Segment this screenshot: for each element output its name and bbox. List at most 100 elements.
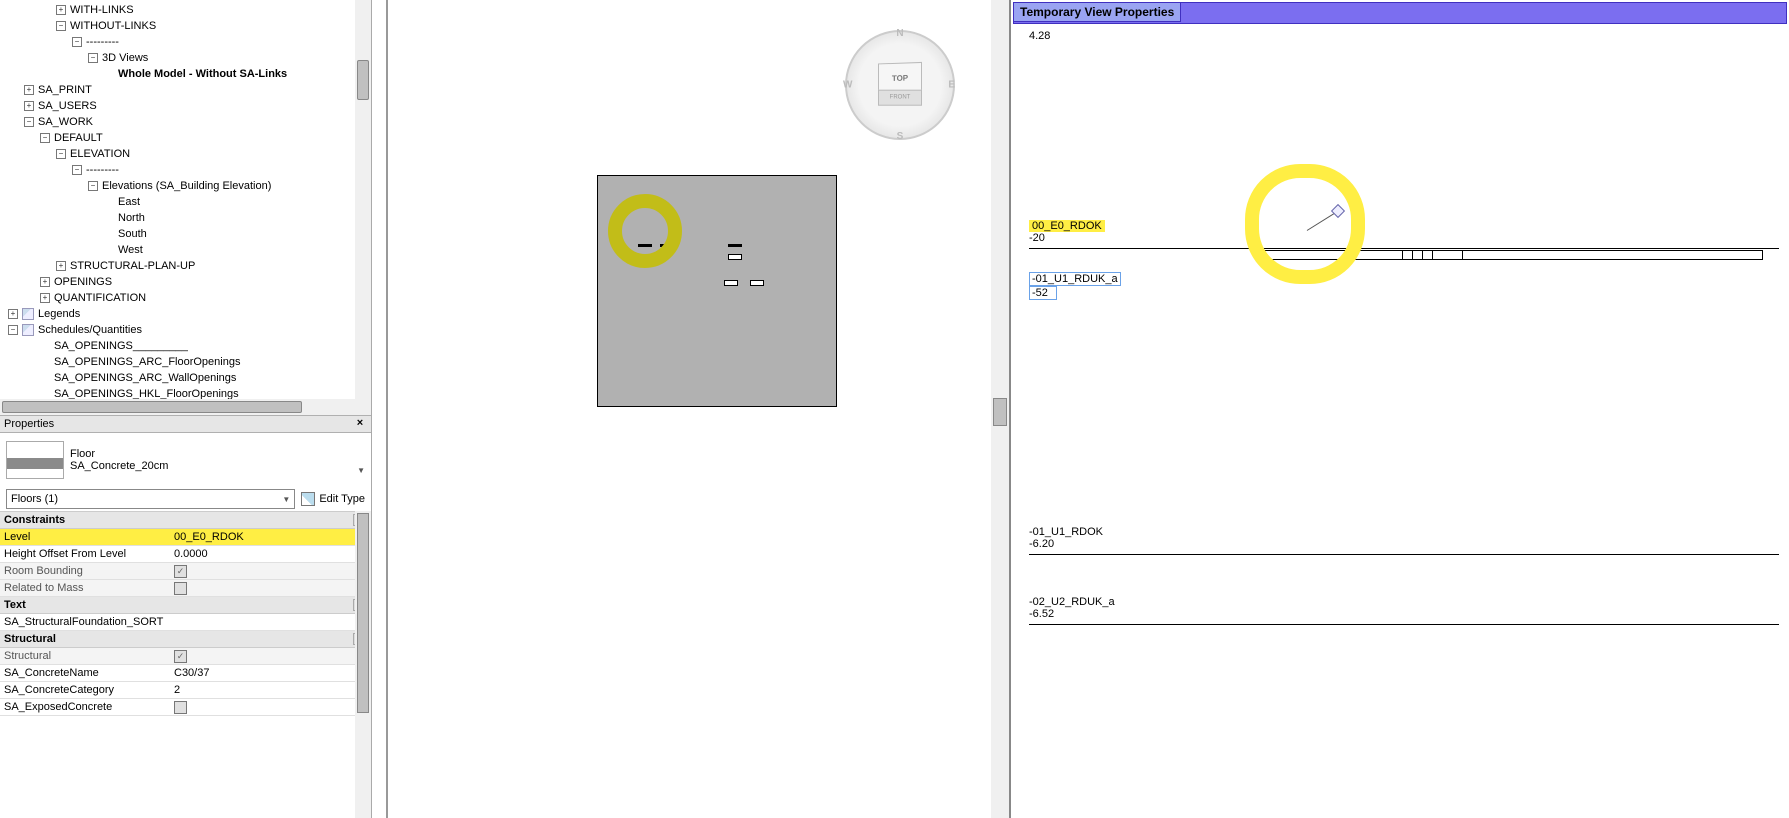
tree-item[interactable]: South bbox=[118, 226, 147, 242]
checkbox-checked-icon[interactable]: ✓ bbox=[174, 650, 187, 663]
annotation-circle bbox=[1245, 164, 1365, 284]
expand-icon[interactable]: + bbox=[56, 261, 66, 271]
tree-item[interactable]: Elevations (SA_Building Elevation) bbox=[102, 178, 271, 194]
group-text[interactable]: Text⌃ bbox=[0, 597, 371, 614]
edit-type-icon bbox=[301, 492, 315, 506]
checkbox-checked-icon[interactable]: ✓ bbox=[174, 565, 187, 578]
expand-icon[interactable]: + bbox=[56, 5, 66, 15]
tree-item[interactable]: Schedules/Quantities bbox=[38, 322, 142, 338]
tree-scrollbar-vertical[interactable] bbox=[355, 0, 371, 399]
group-constraints[interactable]: Constraints⌃ bbox=[0, 512, 371, 529]
schedules-icon bbox=[22, 324, 34, 336]
chevron-down-icon[interactable]: ▼ bbox=[357, 466, 365, 479]
tree-item[interactable]: QUANTIFICATION bbox=[54, 290, 146, 306]
type-selector[interactable]: Floor SA_Concrete_20cm ▼ bbox=[0, 433, 371, 487]
close-icon[interactable]: × bbox=[353, 417, 367, 429]
section-viewport[interactable]: Temporary View Properties 4.28 00_E0_RDO… bbox=[1009, 0, 1789, 818]
collapse-icon[interactable]: − bbox=[8, 325, 18, 335]
collapse-icon[interactable]: − bbox=[40, 133, 50, 143]
group-structural[interactable]: Structural⌃ bbox=[0, 631, 371, 648]
cube-front-face[interactable]: FRONT bbox=[878, 90, 922, 106]
properties-header: Properties × bbox=[0, 415, 371, 433]
tree-item[interactable]: Legends bbox=[38, 306, 80, 322]
properties-scrollbar[interactable] bbox=[355, 511, 371, 818]
tree-item[interactable]: SA_OPENINGS_________ bbox=[54, 338, 188, 354]
tree-item[interactable]: 3D Views bbox=[102, 50, 148, 66]
annotation-circle bbox=[608, 194, 682, 268]
tree-item-active[interactable]: Whole Model - Without SA-Links bbox=[118, 66, 287, 82]
level-line[interactable] bbox=[1029, 624, 1779, 625]
temporary-view-banner: Temporary View Properties bbox=[1013, 2, 1787, 24]
tree-item[interactable]: OPENINGS bbox=[54, 274, 112, 290]
model-viewport-3d[interactable]: N E S W TOP FRONT bbox=[372, 0, 1009, 818]
expand-icon[interactable]: + bbox=[40, 293, 50, 303]
edit-type-label: Edit Type bbox=[319, 493, 365, 505]
tree-item[interactable]: SA_OPENINGS_ARC_FloorOpenings bbox=[54, 354, 240, 370]
prop-row-concrete-category[interactable]: SA_ConcreteCategory2 bbox=[0, 682, 371, 699]
expand-icon[interactable]: + bbox=[8, 309, 18, 319]
properties-title: Properties bbox=[4, 418, 54, 430]
collapse-icon[interactable]: − bbox=[56, 21, 66, 31]
collapse-icon[interactable]: − bbox=[88, 53, 98, 63]
filter-dropdown[interactable]: Floors (1) ▼ bbox=[6, 489, 295, 509]
tree-scrollbar-horizontal[interactable] bbox=[0, 399, 371, 415]
left-panel: +WITH-LINKS −WITHOUT-LINKS −--------- −3… bbox=[0, 0, 372, 818]
collapse-icon[interactable]: − bbox=[56, 149, 66, 159]
collapse-icon[interactable]: − bbox=[24, 117, 34, 127]
checkbox-icon[interactable] bbox=[174, 701, 187, 714]
level-name[interactable]: -02_U2_RDUK_a bbox=[1029, 596, 1115, 608]
level-name[interactable]: -01_U1_RDUK_a bbox=[1029, 272, 1121, 286]
level-value[interactable]: -52 bbox=[1029, 286, 1057, 300]
level-name[interactable]: -01_U1_RDOK bbox=[1029, 526, 1103, 538]
tree-item[interactable]: WITHOUT-LINKS bbox=[70, 18, 156, 34]
tree-item[interactable]: ELEVATION bbox=[70, 146, 130, 162]
prop-row-height-offset[interactable]: Height Offset From Level0.0000 bbox=[0, 546, 371, 563]
prop-row-structural[interactable]: Structural✓ bbox=[0, 648, 371, 665]
expand-icon[interactable]: + bbox=[24, 85, 34, 95]
tree-item[interactable]: SA_WORK bbox=[38, 114, 93, 130]
prop-row-structural-foundation-sort[interactable]: SA_StructuralFoundation_SORT bbox=[0, 614, 371, 631]
collapse-icon[interactable]: − bbox=[88, 181, 98, 191]
tree-item[interactable]: SA_PRINT bbox=[38, 82, 92, 98]
tree-item[interactable]: --------- bbox=[86, 34, 119, 50]
chevron-down-icon: ▼ bbox=[282, 495, 290, 504]
level-name[interactable]: 00_E0_RDOK bbox=[1029, 220, 1105, 232]
tree-item[interactable]: East bbox=[118, 194, 140, 210]
legends-icon bbox=[22, 308, 34, 320]
filter-label: Floors (1) bbox=[11, 493, 58, 505]
level-value: -6.52 bbox=[1029, 608, 1115, 620]
level-line[interactable] bbox=[1029, 554, 1779, 555]
prop-row-exposed-concrete[interactable]: SA_ExposedConcrete bbox=[0, 699, 371, 716]
collapse-icon[interactable]: − bbox=[72, 165, 82, 175]
type-thumbnail bbox=[6, 441, 64, 479]
expand-icon[interactable]: + bbox=[40, 277, 50, 287]
tree-item[interactable]: WITH-LINKS bbox=[70, 2, 134, 18]
expand-icon[interactable]: + bbox=[24, 101, 34, 111]
level-value: 4.28 bbox=[1029, 30, 1050, 42]
temporary-view-label: Temporary View Properties bbox=[1014, 3, 1181, 22]
collapse-icon[interactable]: − bbox=[72, 37, 82, 47]
tree-item[interactable]: STRUCTURAL-PLAN-UP bbox=[70, 258, 195, 274]
checkbox-icon[interactable] bbox=[174, 582, 187, 595]
type-name: SA_Concrete_20cm bbox=[70, 460, 357, 472]
tree-item[interactable]: West bbox=[118, 242, 143, 258]
prop-row-level[interactable]: Level00_E0_RDOK bbox=[0, 529, 371, 546]
level-value: -6.20 bbox=[1029, 538, 1103, 550]
prop-row-concrete-name[interactable]: SA_ConcreteNameC30/37 bbox=[0, 665, 371, 682]
level-value: -20 bbox=[1029, 232, 1105, 244]
tree-item[interactable]: SA_OPENINGS_ARC_WallOpenings bbox=[54, 370, 236, 386]
prop-row-related-to-mass[interactable]: Related to Mass bbox=[0, 580, 371, 597]
tree-item[interactable]: North bbox=[118, 210, 145, 226]
viewport-scrollbar-vertical[interactable] bbox=[991, 0, 1009, 818]
hosted-element[interactable] bbox=[1307, 212, 1337, 252]
view-cube-faces[interactable]: TOP FRONT bbox=[877, 60, 923, 106]
view-cube[interactable]: N E S W TOP FRONT bbox=[845, 30, 955, 140]
edit-type-button[interactable]: Edit Type bbox=[301, 492, 365, 506]
tree-item[interactable]: SA_USERS bbox=[38, 98, 97, 114]
tree-item[interactable]: --------- bbox=[86, 162, 119, 178]
prop-row-room-bounding[interactable]: Room Bounding✓ bbox=[0, 563, 371, 580]
type-family: Floor bbox=[70, 448, 357, 460]
tree-item[interactable]: DEFAULT bbox=[54, 130, 103, 146]
level-line[interactable] bbox=[1029, 248, 1779, 249]
project-browser-tree[interactable]: +WITH-LINKS −WITHOUT-LINKS −--------- −3… bbox=[0, 0, 371, 415]
